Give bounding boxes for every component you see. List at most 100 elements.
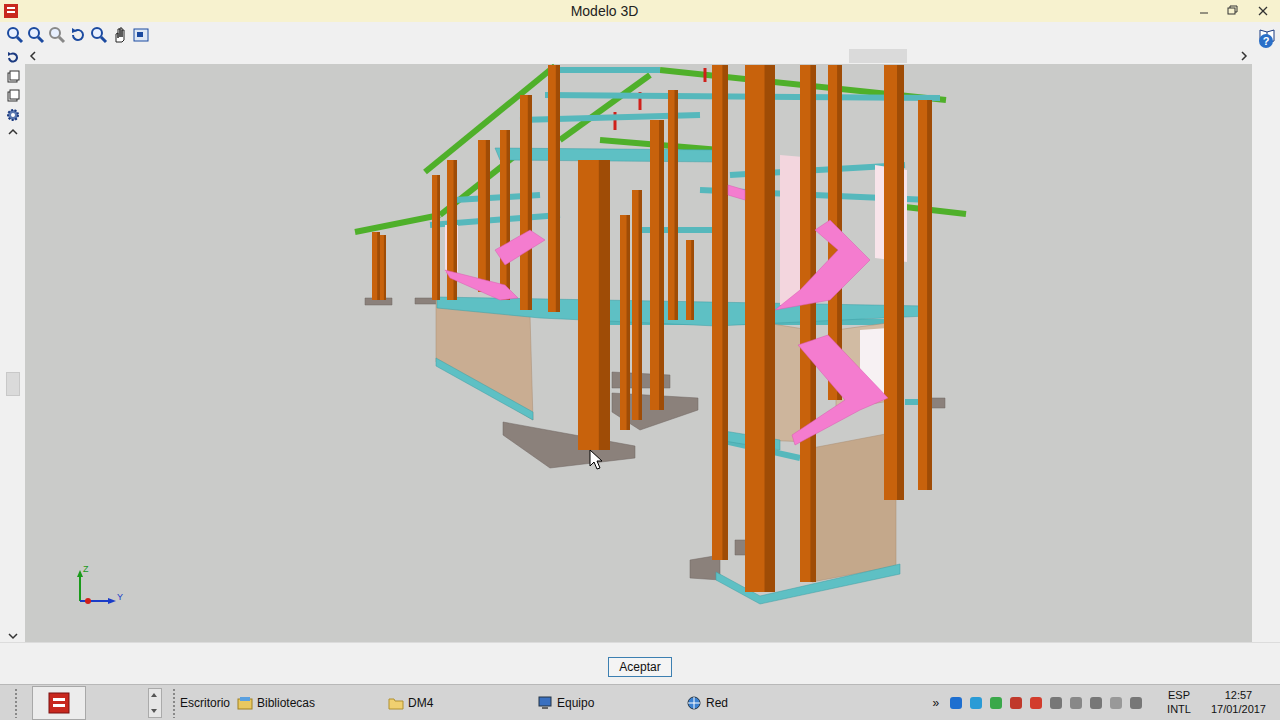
column	[380, 235, 386, 300]
taskbar-grip[interactable]	[14, 688, 18, 718]
title-bar: Modelo 3D	[0, 0, 1280, 22]
taskbar-item-label: Equipo	[557, 696, 594, 710]
toolbar	[0, 22, 1280, 48]
scroll-arrows-icon[interactable]	[149, 689, 159, 717]
stair	[775, 220, 870, 310]
axis-label: Z	[83, 564, 89, 574]
help-button[interactable]: ?	[1259, 34, 1273, 48]
column	[668, 90, 678, 320]
slab	[436, 358, 533, 420]
zoom-previous-icon[interactable]	[48, 26, 66, 44]
accept-button[interactable]: Aceptar	[608, 657, 671, 677]
scroll-thumb[interactable]	[849, 49, 907, 63]
column	[548, 65, 560, 312]
scroll-up-icon[interactable]	[6, 126, 20, 138]
stair	[728, 185, 745, 200]
toolbar-grip[interactable]	[172, 688, 176, 718]
zoom-icon[interactable]	[90, 26, 108, 44]
taskbar-item[interactable]: Escritorio	[176, 696, 233, 710]
taskbar-item[interactable]: DM4	[384, 695, 533, 711]
column	[800, 65, 816, 582]
tray-icon[interactable]	[1109, 696, 1123, 710]
tray-icon[interactable]	[1129, 696, 1143, 710]
column	[918, 100, 932, 490]
network-icon	[686, 695, 702, 711]
column	[520, 95, 532, 310]
tray-icon[interactable]	[989, 696, 1003, 710]
language-indicator[interactable]: ESP INTL	[1167, 689, 1191, 717]
taskbar-scroll[interactable]	[148, 688, 162, 718]
structure-model[interactable]: ZY	[25, 64, 1252, 642]
stair	[495, 230, 545, 265]
column	[372, 232, 380, 300]
folder-icon	[388, 695, 404, 711]
gear-icon[interactable]	[5, 107, 21, 123]
scroll-down-icon[interactable]	[6, 630, 20, 642]
app-logo-icon	[47, 691, 71, 715]
vertical-scrollbar[interactable]	[6, 141, 20, 627]
column	[884, 65, 904, 500]
app-logo-icon	[3, 3, 19, 19]
tray-icon[interactable]	[1049, 696, 1063, 710]
scroll-left-icon[interactable]	[27, 50, 39, 62]
zoom-all-icon[interactable]	[27, 26, 45, 44]
taskbar-item-label: Red	[706, 696, 728, 710]
axes-icon	[77, 570, 116, 604]
beam	[545, 95, 940, 98]
beam	[560, 67, 660, 73]
restore-icon[interactable]	[1218, 1, 1246, 21]
left-toolbar	[0, 48, 25, 642]
app-window: Modelo 3D ZY ? Aceptar Escritorio Biblio…	[0, 0, 1280, 720]
tray-overflow-button[interactable]: »	[932, 696, 939, 710]
column	[432, 175, 440, 300]
clock-time: 12:57	[1225, 689, 1253, 703]
clock-date: 17/01/2017	[1211, 703, 1266, 717]
tray-icon[interactable]	[1029, 696, 1043, 710]
tray-icon[interactable]	[949, 696, 963, 710]
3d-viewport[interactable]: ZY	[25, 64, 1252, 642]
column	[632, 190, 642, 420]
horizontal-scrollbar[interactable]	[25, 48, 1252, 64]
refresh-icon[interactable]	[69, 26, 87, 44]
clock[interactable]: 12:57 17/01/2017	[1211, 689, 1266, 717]
column	[650, 120, 664, 410]
taskbar-item-label: Bibliotecas	[257, 696, 315, 710]
computer-icon	[537, 695, 553, 711]
view-icon[interactable]	[132, 26, 150, 44]
tray-icon[interactable]	[1009, 696, 1023, 710]
roof-beam	[905, 207, 966, 214]
column	[578, 160, 610, 450]
wall	[812, 432, 896, 582]
library-icon	[237, 695, 253, 711]
minimize-icon[interactable]	[1190, 1, 1218, 21]
tray-icon[interactable]	[1069, 696, 1083, 710]
column	[712, 65, 728, 560]
zoom-window-icon[interactable]	[6, 26, 24, 44]
taskbar-item[interactable]: Bibliotecas	[233, 695, 384, 711]
column	[745, 65, 775, 592]
window-title: Modelo 3D	[19, 3, 1190, 19]
column	[478, 140, 490, 292]
taskbar-item[interactable]: Equipo	[533, 695, 682, 711]
tray-icon[interactable]	[969, 696, 983, 710]
language-label: ESP	[1168, 689, 1190, 703]
tray-icon[interactable]	[1089, 696, 1103, 710]
scroll-right-icon[interactable]	[1238, 50, 1250, 62]
column	[686, 240, 694, 320]
layers-icon[interactable]	[5, 88, 21, 104]
scroll-thumb[interactable]	[6, 372, 20, 396]
stair	[445, 270, 518, 300]
footing	[503, 422, 635, 468]
right-toolbar: ?	[1252, 32, 1280, 642]
system-tray: » ESP INTL 12:57 17/01/2017	[932, 689, 1280, 717]
taskbar-item-label: DM4	[408, 696, 433, 710]
box-icon[interactable]	[5, 69, 21, 85]
roof-beam	[560, 75, 650, 140]
close-icon[interactable]	[1246, 1, 1280, 21]
rotate-icon[interactable]	[5, 50, 21, 66]
roof-beam	[355, 215, 440, 232]
layout-label: INTL	[1167, 703, 1191, 717]
taskbar-app-button[interactable]	[32, 686, 86, 720]
pan-icon[interactable]	[111, 26, 129, 44]
taskbar-item[interactable]: Red	[682, 695, 802, 711]
